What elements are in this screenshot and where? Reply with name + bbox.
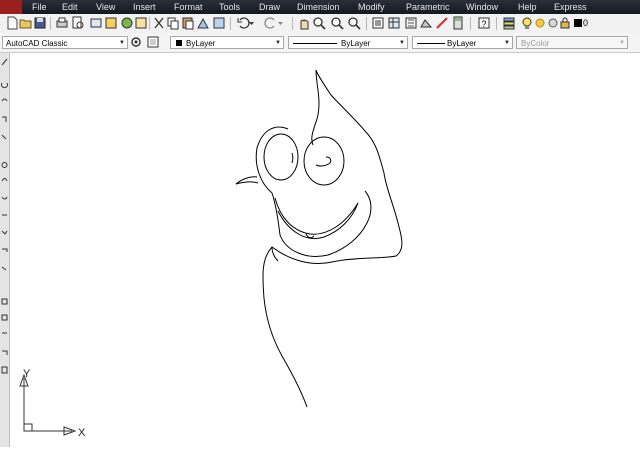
linetype-value: ByLayer: [341, 39, 371, 48]
menu-parametric[interactable]: Parametric: [406, 2, 450, 12]
plotstyle-dropdown[interactable]: ByColor ▼: [516, 36, 628, 49]
menu-file[interactable]: File: [32, 2, 47, 12]
ghost-drawing: [19, 69, 403, 436]
ghost-body-outline: [262, 69, 403, 408]
lineweight-sample: [417, 43, 445, 44]
menu-modify[interactable]: Modify: [358, 2, 385, 12]
workspace-settings-icon[interactable]: [129, 35, 143, 49]
left-pupil: [291, 152, 294, 164]
etransmit-icon[interactable]: [120, 16, 134, 30]
lineweight-dropdown[interactable]: ByLayer ▼: [412, 36, 513, 49]
properties-toolbar: AutoCAD Classic ▼ ByLayer ▼ ByLayer ▼ By…: [0, 33, 640, 53]
publish-icon[interactable]: [89, 16, 103, 30]
toolbar-separator: [230, 17, 231, 30]
workspace-dropdown[interactable]: AutoCAD Classic ▼: [2, 36, 128, 49]
ucs-x-label: X: [78, 427, 86, 439]
svg-text:?: ?: [481, 19, 486, 29]
zoom-window-icon[interactable]: [330, 16, 344, 30]
copy-icon[interactable]: [166, 16, 180, 30]
redo-dropdown-icon[interactable]: [277, 16, 291, 30]
redo-icon[interactable]: [264, 16, 278, 30]
ucs-y-label: Y: [23, 368, 31, 380]
right-pupil: [315, 156, 332, 167]
pan-icon[interactable]: [297, 16, 311, 30]
markup-icon[interactable]: [134, 16, 148, 30]
calculator-icon[interactable]: [451, 16, 465, 30]
3d-dwf-icon[interactable]: [104, 16, 118, 30]
standard-toolbar: ? 0: [0, 14, 640, 34]
tool-palettes-icon[interactable]: [404, 16, 418, 30]
toolbar-separator: [292, 17, 293, 30]
menu-insert[interactable]: Insert: [133, 2, 156, 12]
toolbar-separator: [149, 17, 150, 30]
toolbar-separator: [366, 17, 367, 30]
toolbar-separator: [496, 17, 497, 30]
toolbar-separator: [50, 17, 51, 30]
ucs-origin-box: [23, 423, 33, 432]
customize-workspace-icon[interactable]: [146, 35, 160, 49]
undo-dropdown-icon[interactable]: [248, 16, 262, 30]
menu-draw[interactable]: Draw: [259, 2, 280, 12]
plot-icon[interactable]: [55, 16, 69, 30]
workspace-value: AutoCAD Classic: [6, 39, 68, 48]
drawing-canvas[interactable]: [10, 53, 640, 447]
linetype-sample: [293, 43, 337, 44]
draw-tool-icons[interactable]: [0, 53, 9, 447]
plot-preview-icon[interactable]: [71, 16, 85, 30]
menu-help[interactable]: Help: [518, 2, 537, 12]
menu-view[interactable]: View: [96, 2, 115, 12]
plotstyle-value: ByColor: [521, 39, 550, 48]
layer-on-icon[interactable]: [520, 16, 534, 30]
layer-lock-icon[interactable]: [558, 16, 572, 30]
linetype-dropdown[interactable]: ByLayer ▼: [288, 36, 408, 49]
menu-tools[interactable]: Tools: [219, 2, 240, 12]
menu-dimension[interactable]: Dimension: [297, 2, 340, 12]
layer-properties-icon[interactable]: [502, 16, 516, 30]
lineweight-value: ByLayer: [447, 39, 477, 48]
save-icon[interactable]: [33, 16, 47, 30]
chevron-down-icon: ▼: [399, 40, 405, 46]
zoom-previous-icon[interactable]: [347, 16, 361, 30]
right-eye: [303, 136, 345, 186]
help-icon[interactable]: ?: [477, 16, 491, 30]
block-editor-icon[interactable]: [212, 16, 226, 30]
ghost-nose: [235, 176, 259, 185]
layer-thaw-icon[interactable]: [533, 16, 547, 30]
menu-bar: File Edit View Insert Format Tools Draw …: [0, 0, 640, 14]
markup-set-icon[interactable]: [435, 16, 449, 30]
open-icon[interactable]: [19, 16, 33, 30]
color-dropdown[interactable]: ByLayer ▼: [170, 36, 284, 49]
menu-format[interactable]: Format: [174, 2, 203, 12]
sheet-set-icon[interactable]: [419, 16, 433, 30]
menu-window[interactable]: Window: [466, 2, 498, 12]
chevron-down-icon: ▼: [119, 40, 125, 46]
ghost-mouth: [274, 197, 359, 239]
zoom-realtime-icon[interactable]: [312, 16, 326, 30]
application-menu-button[interactable]: [0, 0, 22, 14]
menu-edit[interactable]: Edit: [62, 2, 78, 12]
chevron-down-icon: ▼: [275, 40, 281, 46]
chevron-down-icon: ▼: [619, 40, 625, 46]
color-value: ByLayer: [186, 39, 216, 48]
paste-icon[interactable]: [181, 16, 195, 30]
cut-icon[interactable]: [152, 16, 166, 30]
menu-express[interactable]: Express: [554, 2, 587, 12]
design-center-icon[interactable]: [387, 16, 401, 30]
properties-icon[interactable]: [371, 16, 385, 30]
match-properties-icon[interactable]: [196, 16, 210, 30]
chevron-down-icon: ▼: [504, 40, 510, 46]
color-swatch: [176, 40, 182, 46]
new-icon[interactable]: [5, 16, 19, 30]
ucs-icon: [19, 373, 77, 436]
current-layer-name[interactable]: 0: [583, 16, 588, 30]
draw-toolbar: [0, 53, 10, 447]
toolbar-separator: [470, 17, 471, 30]
